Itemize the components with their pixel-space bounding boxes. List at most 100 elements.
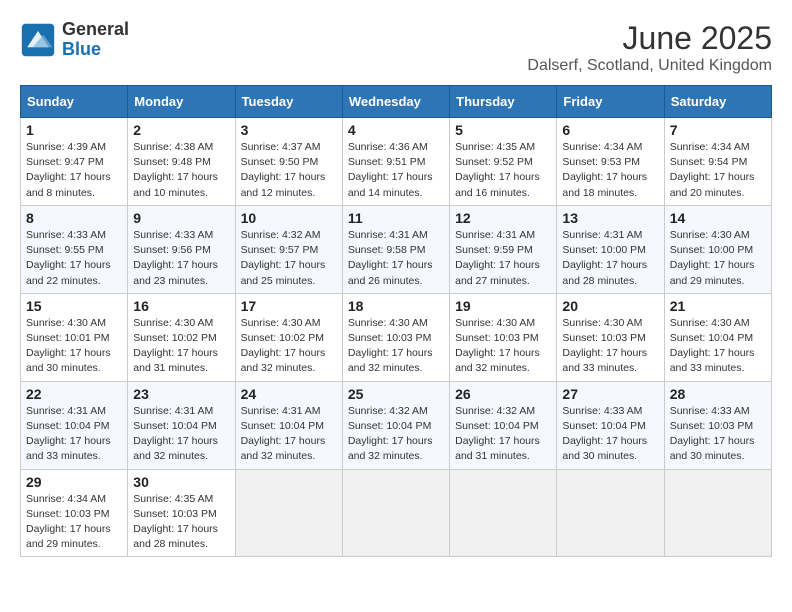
col-sunday: Sunday [21, 86, 128, 118]
day-number: 5 [455, 122, 551, 138]
day-info: Sunrise: 4:30 AMSunset: 10:04 PMDaylight… [670, 316, 766, 377]
day-info: Sunrise: 4:32 AMSunset: 10:04 PMDaylight… [348, 404, 444, 465]
day-number: 20 [562, 298, 658, 314]
day-info: Sunrise: 4:31 AMSunset: 10:04 PMDaylight… [241, 404, 337, 465]
table-row: 20 Sunrise: 4:30 AMSunset: 10:03 PMDayli… [557, 293, 664, 381]
day-number: 7 [670, 122, 766, 138]
day-info: Sunrise: 4:30 AMSunset: 10:00 PMDaylight… [670, 228, 766, 289]
day-info: Sunrise: 4:33 AMSunset: 10:03 PMDaylight… [670, 404, 766, 465]
day-info: Sunrise: 4:30 AMSunset: 10:03 PMDaylight… [348, 316, 444, 377]
table-row [235, 469, 342, 557]
table-row: 30 Sunrise: 4:35 AMSunset: 10:03 PMDayli… [128, 469, 235, 557]
day-number: 27 [562, 386, 658, 402]
day-info: Sunrise: 4:35 AMSunset: 9:52 PMDaylight:… [455, 140, 551, 201]
table-row: 2 Sunrise: 4:38 AMSunset: 9:48 PMDayligh… [128, 118, 235, 206]
table-row: 5 Sunrise: 4:35 AMSunset: 9:52 PMDayligh… [450, 118, 557, 206]
day-info: Sunrise: 4:30 AMSunset: 10:02 PMDaylight… [133, 316, 229, 377]
calendar-week-row: 15 Sunrise: 4:30 AMSunset: 10:01 PMDayli… [21, 293, 772, 381]
day-info: Sunrise: 4:31 AMSunset: 10:04 PMDaylight… [26, 404, 122, 465]
table-row: 6 Sunrise: 4:34 AMSunset: 9:53 PMDayligh… [557, 118, 664, 206]
calendar-week-row: 1 Sunrise: 4:39 AMSunset: 9:47 PMDayligh… [21, 118, 772, 206]
day-info: Sunrise: 4:30 AMSunset: 10:03 PMDaylight… [562, 316, 658, 377]
day-info: Sunrise: 4:37 AMSunset: 9:50 PMDaylight:… [241, 140, 337, 201]
day-info: Sunrise: 4:31 AMSunset: 9:58 PMDaylight:… [348, 228, 444, 289]
day-number: 12 [455, 210, 551, 226]
calendar-header-row: Sunday Monday Tuesday Wednesday Thursday… [21, 86, 772, 118]
title-area: June 2025 Dalserf, Scotland, United King… [527, 20, 772, 75]
calendar-week-row: 8 Sunrise: 4:33 AMSunset: 9:55 PMDayligh… [21, 205, 772, 293]
header: General Blue June 2025 Dalserf, Scotland… [20, 20, 772, 75]
calendar: Sunday Monday Tuesday Wednesday Thursday… [20, 85, 772, 557]
day-info: Sunrise: 4:30 AMSunset: 10:01 PMDaylight… [26, 316, 122, 377]
day-number: 24 [241, 386, 337, 402]
day-info: Sunrise: 4:30 AMSunset: 10:02 PMDaylight… [241, 316, 337, 377]
day-info: Sunrise: 4:33 AMSunset: 9:56 PMDaylight:… [133, 228, 229, 289]
day-number: 16 [133, 298, 229, 314]
table-row: 15 Sunrise: 4:30 AMSunset: 10:01 PMDayli… [21, 293, 128, 381]
day-number: 25 [348, 386, 444, 402]
day-info: Sunrise: 4:32 AMSunset: 9:57 PMDaylight:… [241, 228, 337, 289]
day-info: Sunrise: 4:30 AMSunset: 10:03 PMDaylight… [455, 316, 551, 377]
day-number: 9 [133, 210, 229, 226]
day-number: 23 [133, 386, 229, 402]
table-row: 29 Sunrise: 4:34 AMSunset: 10:03 PMDayli… [21, 469, 128, 557]
table-row: 17 Sunrise: 4:30 AMSunset: 10:02 PMDayli… [235, 293, 342, 381]
day-info: Sunrise: 4:35 AMSunset: 10:03 PMDaylight… [133, 492, 229, 553]
day-info: Sunrise: 4:39 AMSunset: 9:47 PMDaylight:… [26, 140, 122, 201]
day-info: Sunrise: 4:31 AMSunset: 10:00 PMDaylight… [562, 228, 658, 289]
table-row [342, 469, 449, 557]
table-row: 7 Sunrise: 4:34 AMSunset: 9:54 PMDayligh… [664, 118, 771, 206]
col-tuesday: Tuesday [235, 86, 342, 118]
table-row: 26 Sunrise: 4:32 AMSunset: 10:04 PMDayli… [450, 381, 557, 469]
table-row [450, 469, 557, 557]
table-row: 13 Sunrise: 4:31 AMSunset: 10:00 PMDayli… [557, 205, 664, 293]
day-number: 18 [348, 298, 444, 314]
day-info: Sunrise: 4:33 AMSunset: 9:55 PMDaylight:… [26, 228, 122, 289]
table-row: 3 Sunrise: 4:37 AMSunset: 9:50 PMDayligh… [235, 118, 342, 206]
day-number: 22 [26, 386, 122, 402]
table-row: 23 Sunrise: 4:31 AMSunset: 10:04 PMDayli… [128, 381, 235, 469]
day-number: 13 [562, 210, 658, 226]
table-row: 18 Sunrise: 4:30 AMSunset: 10:03 PMDayli… [342, 293, 449, 381]
table-row: 22 Sunrise: 4:31 AMSunset: 10:04 PMDayli… [21, 381, 128, 469]
table-row: 24 Sunrise: 4:31 AMSunset: 10:04 PMDayli… [235, 381, 342, 469]
logo: General Blue [20, 20, 129, 60]
day-info: Sunrise: 4:33 AMSunset: 10:04 PMDaylight… [562, 404, 658, 465]
col-saturday: Saturday [664, 86, 771, 118]
col-thursday: Thursday [450, 86, 557, 118]
day-number: 19 [455, 298, 551, 314]
day-number: 2 [133, 122, 229, 138]
table-row: 16 Sunrise: 4:30 AMSunset: 10:02 PMDayli… [128, 293, 235, 381]
day-number: 1 [26, 122, 122, 138]
table-row: 8 Sunrise: 4:33 AMSunset: 9:55 PMDayligh… [21, 205, 128, 293]
day-info: Sunrise: 4:34 AMSunset: 10:03 PMDaylight… [26, 492, 122, 553]
day-number: 6 [562, 122, 658, 138]
table-row: 21 Sunrise: 4:30 AMSunset: 10:04 PMDayli… [664, 293, 771, 381]
day-number: 29 [26, 474, 122, 490]
location: Dalserf, Scotland, United Kingdom [527, 57, 772, 75]
table-row: 1 Sunrise: 4:39 AMSunset: 9:47 PMDayligh… [21, 118, 128, 206]
day-number: 11 [348, 210, 444, 226]
day-info: Sunrise: 4:34 AMSunset: 9:54 PMDaylight:… [670, 140, 766, 201]
calendar-week-row: 22 Sunrise: 4:31 AMSunset: 10:04 PMDayli… [21, 381, 772, 469]
day-info: Sunrise: 4:34 AMSunset: 9:53 PMDaylight:… [562, 140, 658, 201]
day-number: 4 [348, 122, 444, 138]
table-row: 9 Sunrise: 4:33 AMSunset: 9:56 PMDayligh… [128, 205, 235, 293]
day-number: 28 [670, 386, 766, 402]
table-row: 10 Sunrise: 4:32 AMSunset: 9:57 PMDaylig… [235, 205, 342, 293]
logo-blue-text: Blue [62, 39, 101, 59]
day-info: Sunrise: 4:32 AMSunset: 10:04 PMDaylight… [455, 404, 551, 465]
logo-icon [20, 22, 56, 58]
col-wednesday: Wednesday [342, 86, 449, 118]
day-number: 21 [670, 298, 766, 314]
table-row: 4 Sunrise: 4:36 AMSunset: 9:51 PMDayligh… [342, 118, 449, 206]
day-number: 30 [133, 474, 229, 490]
day-number: 10 [241, 210, 337, 226]
table-row: 14 Sunrise: 4:30 AMSunset: 10:00 PMDayli… [664, 205, 771, 293]
table-row: 27 Sunrise: 4:33 AMSunset: 10:04 PMDayli… [557, 381, 664, 469]
day-number: 14 [670, 210, 766, 226]
table-row: 25 Sunrise: 4:32 AMSunset: 10:04 PMDayli… [342, 381, 449, 469]
month-title: June 2025 [527, 20, 772, 57]
table-row: 11 Sunrise: 4:31 AMSunset: 9:58 PMDaylig… [342, 205, 449, 293]
day-info: Sunrise: 4:31 AMSunset: 9:59 PMDaylight:… [455, 228, 551, 289]
